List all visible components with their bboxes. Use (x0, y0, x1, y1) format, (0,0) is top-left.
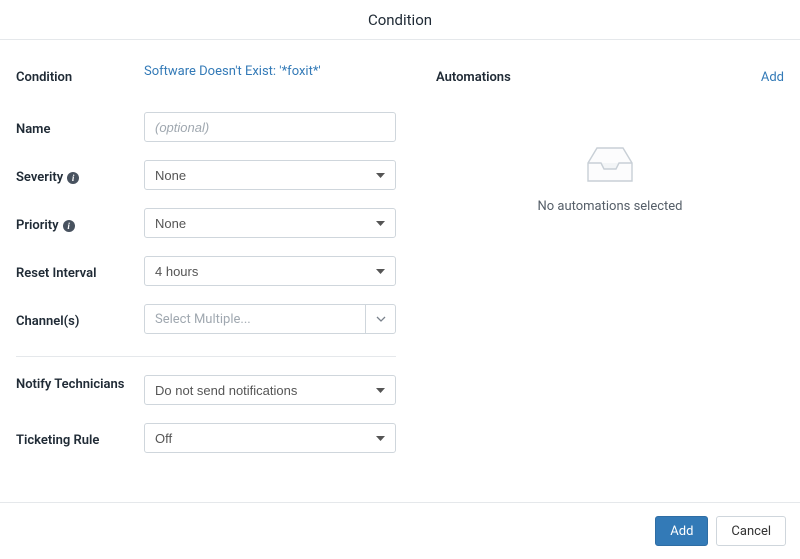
condition-label: Condition (16, 64, 144, 86)
cancel-button[interactable]: Cancel (716, 516, 786, 546)
automations-title: Automations (436, 70, 511, 85)
name-field[interactable] (144, 112, 396, 142)
automations-empty-state: No automations selected (436, 145, 784, 214)
name-label: Name (16, 116, 144, 138)
modal-body: Condition Software Doesn't Exist: '*foxi… (0, 40, 800, 503)
severity-label: Severity i (16, 164, 144, 186)
automations-column: Automations Add No automations selected (396, 64, 784, 490)
row-reset-interval: Reset Interval 4 hours (16, 256, 396, 286)
reset-interval-select[interactable]: 4 hours (144, 256, 396, 286)
automations-empty-text: No automations selected (537, 199, 682, 214)
info-icon[interactable]: i (63, 220, 75, 232)
channels-placeholder: Select Multiple... (145, 305, 365, 333)
form-divider (16, 356, 396, 357)
automations-add-link[interactable]: Add (761, 70, 784, 85)
channels-label: Channel(s) (16, 308, 144, 330)
notify-label: Notify Technicians (16, 375, 144, 393)
condition-value-link[interactable]: Software Doesn't Exist: '*foxit*' (144, 58, 321, 79)
priority-label: Priority i (16, 212, 144, 234)
modal-title: Condition (0, 0, 800, 40)
row-name: Name (16, 112, 396, 142)
condition-modal: Condition Condition Software Doesn't Exi… (0, 0, 800, 559)
add-button[interactable]: Add (655, 516, 708, 546)
row-ticketing: Ticketing Rule Off (16, 423, 396, 453)
automations-header: Automations Add (436, 64, 784, 85)
ticketing-select[interactable]: Off (144, 423, 396, 453)
row-channels: Channel(s) Select Multiple... (16, 304, 396, 334)
chevron-down-icon (365, 305, 395, 333)
notify-select[interactable]: Do not send notifications (144, 375, 396, 405)
inbox-icon (584, 145, 636, 185)
reset-interval-label: Reset Interval (16, 260, 144, 282)
row-priority: Priority i None (16, 208, 396, 238)
ticketing-label: Ticketing Rule (16, 427, 144, 449)
modal-footer: Add Cancel (0, 503, 800, 559)
channels-multiselect[interactable]: Select Multiple... (144, 304, 396, 334)
row-condition: Condition Software Doesn't Exist: '*foxi… (16, 64, 396, 94)
row-severity: Severity i None (16, 160, 396, 190)
severity-select[interactable]: None (144, 160, 396, 190)
form-column: Condition Software Doesn't Exist: '*foxi… (16, 64, 396, 490)
row-notify: Notify Technicians Do not send notificat… (16, 375, 396, 405)
info-icon[interactable]: i (67, 172, 79, 184)
priority-select[interactable]: None (144, 208, 396, 238)
